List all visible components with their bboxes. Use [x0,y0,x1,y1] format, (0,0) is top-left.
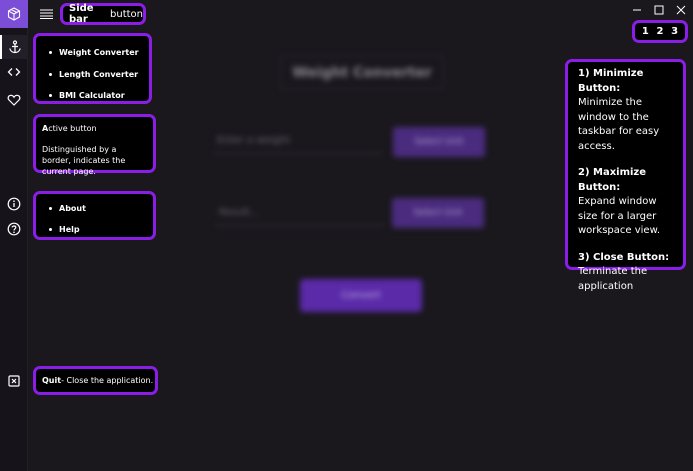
app-logo-icon [0,0,28,28]
weight-input[interactable]: Enter a weight [213,128,383,154]
menu-item-weight-converter[interactable]: Weight Converter [49,42,149,64]
convert-button[interactable]: Convert [300,279,422,312]
active-button-callout: Active button Distinguished by a border,… [33,114,156,176]
maximize-icon[interactable] [648,2,670,18]
sidebar-callout-bold: Side bar [69,3,94,25]
hamburger-icon[interactable] [38,6,54,22]
active-button-title: Active button [42,124,97,133]
window-number-1: 1 [641,26,649,37]
unit-select-2[interactable]: Select Unit [392,198,484,228]
menu-item-about[interactable]: About [49,198,153,219]
info-maximize: 2) Maximize Button: Expand window size fo… [578,167,661,236]
minimize-icon[interactable] [626,2,648,18]
help-icon[interactable] [0,217,28,241]
main-title: Weight Converter [280,55,444,90]
heart-icon[interactable] [0,88,28,112]
window-number-2: 2 [656,26,664,37]
menu-item-bmi-calculator[interactable]: BMI Calculator [49,85,149,107]
quit-label: Quit [42,376,62,385]
window-controls-info-callout: 1) Minimize Button: Minimize the window t… [565,59,686,292]
info-menu-callout: About Help [33,191,156,240]
anchor-icon[interactable] [0,35,28,59]
code-icon[interactable] [0,60,28,84]
active-button-description: Distinguished by a border, indicates the… [42,145,126,176]
sidebar-callout-rest: button [110,8,143,20]
menu-item-length-converter[interactable]: Length Converter [49,64,149,86]
quit-callout: Quit - Close the application. [33,366,158,395]
quit-description: - Close the application. [61,376,154,385]
info-close: 3) Close Button: Terminate the applicatio… [578,251,670,292]
window-number-3: 3 [671,26,679,37]
quit-icon[interactable] [0,369,28,393]
nav-menu-callout: Weight Converter Length Converter BMI Ca… [33,33,152,104]
window-number-callout: 1 2 3 [632,20,688,43]
sidebar [0,0,28,471]
unit-select-1[interactable]: Select Unit [393,127,485,157]
close-icon[interactable] [670,2,692,18]
result-field: Result... [215,200,385,226]
info-minimize: 1) Minimize Button: Minimize the window t… [578,68,660,152]
info-icon[interactable] [0,192,28,216]
sidebar-button-callout: Side bar button [60,3,146,25]
menu-item-help[interactable]: Help [49,219,153,240]
